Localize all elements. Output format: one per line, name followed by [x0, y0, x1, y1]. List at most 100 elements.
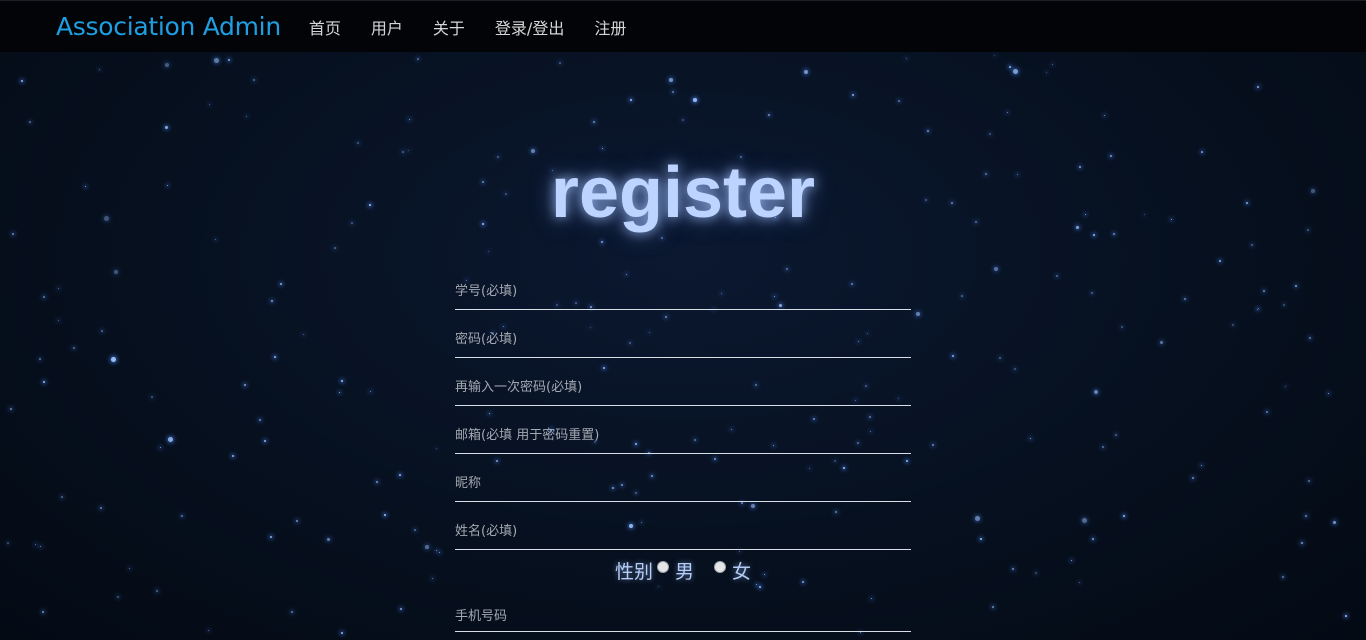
- star-dot: [214, 58, 219, 63]
- star-dot: [488, 251, 490, 253]
- star-dot: [593, 121, 596, 124]
- gender-label: 性别: [614, 560, 653, 583]
- star-dot: [630, 99, 632, 101]
- star-dot: [992, 606, 995, 609]
- star-dot: [246, 116, 248, 118]
- nickname-field-row: [455, 454, 911, 502]
- star-dot: [165, 126, 169, 130]
- star-dot: [439, 552, 441, 554]
- star-dot: [980, 538, 983, 541]
- gender-female-radio[interactable]: [714, 561, 726, 573]
- star-dot: [1219, 260, 1221, 262]
- star-dot: [898, 100, 900, 102]
- star-dot: [253, 79, 256, 82]
- star-dot: [1345, 615, 1347, 617]
- star-dot: [1035, 572, 1038, 575]
- nav-item-home[interactable]: 首页: [309, 15, 341, 39]
- phone-field-row: [455, 590, 911, 632]
- star-dot: [436, 448, 438, 450]
- star-dot: [1092, 538, 1094, 540]
- star-dot: [129, 568, 131, 570]
- nickname-input[interactable]: [455, 464, 911, 491]
- star-dot: [114, 270, 119, 275]
- star-dot: [111, 357, 116, 362]
- star-dot: [42, 611, 44, 613]
- star-dot: [271, 300, 273, 302]
- star-dot: [208, 630, 210, 632]
- star-dot: [341, 632, 343, 634]
- star-dot: [952, 355, 955, 358]
- nav-item-users[interactable]: 用户: [371, 15, 403, 39]
- star-dot: [7, 542, 9, 544]
- star-dot: [852, 94, 855, 97]
- star-dot: [1285, 386, 1287, 388]
- star-dot: [1309, 337, 1312, 340]
- gender-male-label: 男: [674, 560, 694, 583]
- star-dot: [1333, 521, 1337, 525]
- star-dot: [399, 474, 402, 477]
- star-dot: [100, 507, 103, 510]
- star-dot: [244, 384, 247, 387]
- star-dot: [1094, 390, 1099, 395]
- star-dot: [168, 437, 173, 442]
- star-dot: [1263, 290, 1265, 292]
- confirm-password-input[interactable]: [455, 368, 911, 395]
- star-dot: [1104, 115, 1106, 117]
- gender-male-radio[interactable]: [656, 561, 669, 573]
- star-dot: [768, 114, 770, 116]
- email-input[interactable]: [455, 416, 911, 443]
- student-id-input[interactable]: [455, 272, 911, 299]
- gender-row: 性别 男 女: [455, 550, 911, 590]
- star-dot: [1305, 515, 1307, 517]
- star-dot: [1257, 309, 1259, 311]
- star-dot: [1283, 304, 1285, 306]
- star-dot: [693, 98, 697, 102]
- star-dot: [1295, 285, 1297, 287]
- star-dot: [602, 148, 604, 150]
- password-input[interactable]: [455, 320, 911, 347]
- star-dot: [291, 611, 294, 614]
- star-dot: [39, 358, 41, 360]
- star-dot: [160, 447, 162, 449]
- confirm-password-field-row: [455, 358, 911, 406]
- email-field-row: [455, 406, 911, 454]
- star-dot: [1046, 72, 1048, 74]
- star-dot: [274, 356, 277, 359]
- star-dot: [376, 481, 378, 483]
- star-dot: [1201, 465, 1203, 467]
- nav-item-about[interactable]: 关于: [433, 15, 465, 39]
- star-dot: [1007, 112, 1009, 114]
- star-dot: [601, 241, 603, 243]
- star-dot: [559, 62, 562, 65]
- star-dot: [999, 357, 1002, 360]
- star-dot: [40, 546, 42, 548]
- star-dot: [228, 59, 231, 62]
- brand-link[interactable]: Association Admin: [56, 12, 281, 41]
- nav-item-login-logout[interactable]: 登录/登出: [495, 15, 564, 39]
- star-dot: [1014, 368, 1017, 371]
- star-dot: [1071, 560, 1073, 562]
- name-input[interactable]: [455, 512, 911, 539]
- star-dot: [906, 58, 908, 60]
- navbar: Association Admin 首页 用户 关于 登录/登出 注册: [0, 0, 1366, 52]
- star-dot: [384, 514, 387, 517]
- star-dot: [264, 440, 266, 442]
- star-dot: [1115, 434, 1118, 437]
- star-dot: [994, 55, 996, 57]
- star-dot: [10, 408, 12, 410]
- star-dot: [672, 91, 674, 93]
- star-dot: [1079, 582, 1081, 584]
- star-dot: [432, 578, 434, 580]
- star-dot: [1232, 324, 1234, 326]
- star-dot: [916, 312, 921, 317]
- star-dot: [209, 104, 211, 106]
- star-dot: [989, 133, 992, 136]
- nav-item-register[interactable]: 注册: [594, 15, 626, 39]
- star-dot: [1192, 477, 1195, 480]
- phone-input[interactable]: [455, 597, 911, 624]
- star-dot: [1013, 69, 1018, 74]
- page: Association Admin 首页 用户 关于 登录/登出 注册 regi…: [0, 0, 1366, 640]
- register-form: 性别 男 女: [455, 262, 911, 632]
- star-dot: [370, 391, 372, 393]
- star-dot: [29, 121, 31, 123]
